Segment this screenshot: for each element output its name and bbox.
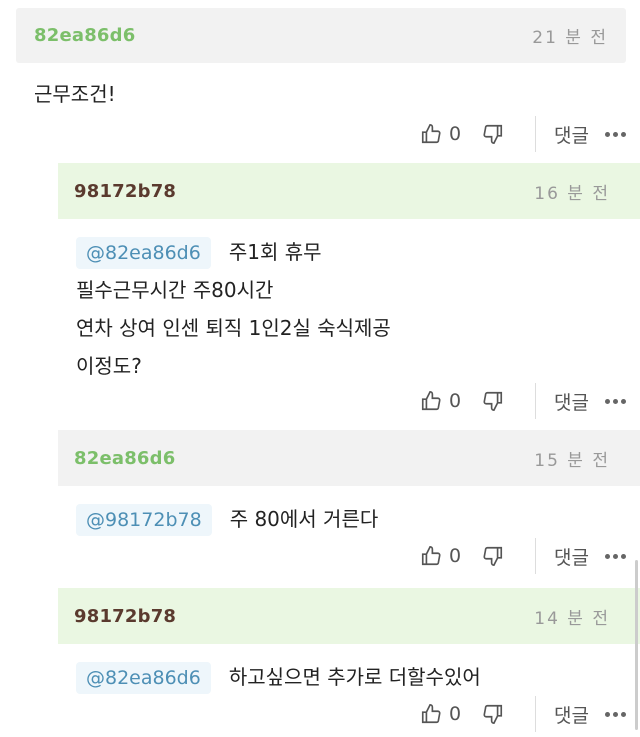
comment-header: 82ea86d6 21 분 전 xyxy=(16,8,626,63)
thumbs-up-icon[interactable] xyxy=(419,122,443,146)
comment-text-line: 근무조건! xyxy=(34,82,116,106)
comment-actions: 0 댓글 xyxy=(419,694,626,734)
more-dots-icon[interactable] xyxy=(605,711,626,717)
comment-actions: 0 댓글 xyxy=(419,381,626,421)
mention-tag[interactable]: @82ea86d6 xyxy=(76,237,211,269)
comment-time: 14 분 전 xyxy=(534,608,610,629)
thumbs-down-icon[interactable] xyxy=(481,389,505,413)
comment-text-line: 주1회 휴무 xyxy=(228,240,322,264)
reply-comment: 98172b78 14 분 전 @82ea86d6 하고싶으면 추가로 더할수있어… xyxy=(58,588,640,732)
divider xyxy=(535,696,537,732)
comment-text-line: 연차 상여 인센 퇴직 1인2실 숙식제공 xyxy=(76,316,391,340)
comment-body: @82ea86d6 하고싶으면 추가로 더할수있어 xyxy=(58,644,640,696)
more-dots-icon[interactable] xyxy=(605,398,626,404)
thumbs-down-icon[interactable] xyxy=(481,122,505,146)
reply-button[interactable]: 댓글 xyxy=(554,388,589,415)
scrollbar[interactable] xyxy=(635,560,638,730)
thumbs-down-icon[interactable] xyxy=(481,544,505,568)
comment-body: 근무조건! xyxy=(0,63,640,113)
mention-tag[interactable]: @98172b78 xyxy=(76,504,212,536)
thumbs-down-icon[interactable] xyxy=(481,702,505,726)
comment-author[interactable]: 82ea86d6 xyxy=(74,448,175,469)
comment-text-line: 주 80에서 거른다 xyxy=(229,507,379,531)
reply-button[interactable]: 댓글 xyxy=(554,121,589,148)
divider xyxy=(535,383,537,419)
comment-header: 98172b78 16 분 전 xyxy=(58,163,640,219)
comment-header: 82ea86d6 15 분 전 xyxy=(58,430,640,486)
comment-time: 15 분 전 xyxy=(534,450,610,471)
comment-author[interactable]: 82ea86d6 xyxy=(34,25,135,46)
comment-text-line: 필수근무시간 주80시간 xyxy=(76,278,274,302)
reply-button[interactable]: 댓글 xyxy=(554,701,589,728)
like-count: 0 xyxy=(448,703,462,725)
comment-author[interactable]: 98172b78 xyxy=(74,606,176,627)
comment-actions: 0 댓글 xyxy=(419,114,626,154)
comment-text-line: 이정도? xyxy=(76,354,142,378)
comment-body: @82ea86d6 주1회 휴무 필수근무시간 주80시간 연차 상여 인센 퇴직… xyxy=(58,219,640,385)
more-dots-icon[interactable] xyxy=(605,131,626,137)
reply-comment: 82ea86d6 15 분 전 @98172b78 주 80에서 거른다 0 댓글 xyxy=(58,430,640,574)
like-count: 0 xyxy=(448,123,462,145)
like-count: 0 xyxy=(448,390,462,412)
reply-comment: 98172b78 16 분 전 @82ea86d6 주1회 휴무 필수근무시간 주… xyxy=(58,163,640,419)
comment-actions: 0 댓글 xyxy=(419,536,626,576)
divider xyxy=(535,116,537,152)
comment-body: @98172b78 주 80에서 거른다 xyxy=(58,486,640,538)
thumbs-up-icon[interactable] xyxy=(419,702,443,726)
thumbs-up-icon[interactable] xyxy=(419,544,443,568)
comment: 82ea86d6 21 분 전 근무조건! 0 댓글 xyxy=(0,0,640,152)
comment-author[interactable]: 98172b78 xyxy=(74,181,176,202)
comment-time: 16 분 전 xyxy=(534,183,610,204)
comment-header: 98172b78 14 분 전 xyxy=(58,588,640,644)
divider xyxy=(535,538,537,574)
like-count: 0 xyxy=(448,545,462,567)
thumbs-up-icon[interactable] xyxy=(419,389,443,413)
comment-text-line: 하고싶으면 추가로 더할수있어 xyxy=(228,665,481,689)
comment-time: 21 분 전 xyxy=(532,28,608,48)
more-dots-icon[interactable] xyxy=(605,553,626,559)
reply-button[interactable]: 댓글 xyxy=(554,543,589,570)
mention-tag[interactable]: @82ea86d6 xyxy=(76,662,211,694)
